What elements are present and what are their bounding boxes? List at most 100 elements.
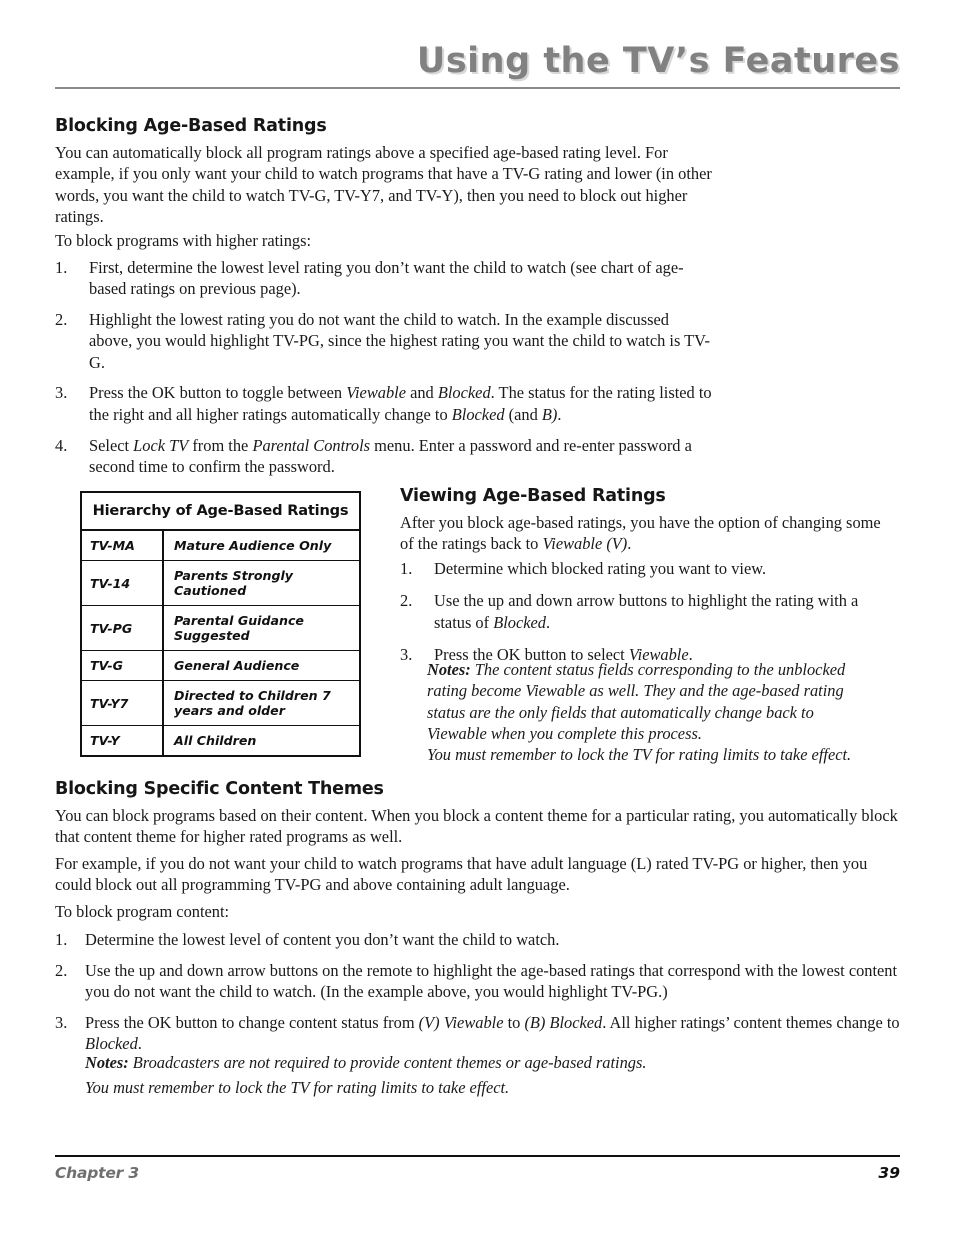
document-page: Using the TV’s Features Blocking Age-Bas…: [0, 0, 954, 1235]
list-item-number: 3.: [55, 1012, 68, 1032]
text-run: Select: [89, 435, 134, 455]
table-row: TV-Y All Children: [81, 725, 360, 756]
list-item: 2. Use the up and down arrow buttons to h…: [400, 590, 880, 633]
list-item-text: Determine the lowest level of content yo…: [85, 929, 900, 950]
heading-viewing-age-based-ratings: Viewing Age-Based Ratings: [400, 486, 666, 506]
list-item-text: Use the up and down arrow buttons to hig…: [434, 590, 880, 633]
emphasised-term: Parental Controls: [252, 435, 371, 455]
cell-rating-description: Mature Audience Only: [174, 538, 332, 553]
list-item-text: Press the OK button to toggle between Vi…: [89, 382, 715, 425]
table-row: TV-14 Parents Strongly Cautioned: [81, 560, 360, 606]
cell-rating-code: TV-PG: [81, 605, 164, 651]
table-header-row: Hierarchy of Age-Based Ratings: [81, 492, 360, 531]
heading-blocking-specific-content-themes: Blocking Specific Content Themes: [55, 779, 384, 799]
emphasised-term: Blocked: [437, 383, 491, 403]
list-item-number: 4.: [55, 435, 68, 455]
list-item-text: Press the OK button to change content st…: [85, 1012, 900, 1055]
text-run: (and: [504, 404, 542, 424]
text-run: and: [405, 383, 438, 403]
text-run: .: [137, 1034, 142, 1054]
list-item-number: 1.: [55, 930, 68, 949]
table-header: Hierarchy of Age-Based Ratings: [81, 492, 360, 531]
list-item-text: Determine which blocked rating you want …: [434, 558, 880, 579]
paragraph-to-block-content-lead-in: To block program content:: [55, 902, 230, 921]
table-hierarchy-of-age-based-ratings: Hierarchy of Age-Based Ratings TV-MA Matu…: [80, 491, 361, 757]
list-item: 3. Press the OK button to change content …: [55, 1012, 900, 1055]
emphasised-term: Lock TV: [133, 435, 189, 455]
emphasised-term: Viewable (V): [542, 534, 628, 554]
text-run: After you block age-based ratings, you h…: [400, 513, 881, 554]
text-run: .: [545, 612, 551, 632]
list-item: 1. First, determine the lowest level rati…: [55, 257, 715, 300]
note-text-themes-1: Broadcasters are not required to provide…: [128, 1053, 647, 1072]
list-item: 3. Press the OK button to toggle between …: [55, 382, 715, 425]
emphasised-term: Blocked: [451, 404, 505, 424]
table-row: TV-MA Mature Audience Only: [81, 530, 360, 561]
cell-rating-description: Parents Strongly Cautioned: [163, 560, 360, 606]
paragraph-blocking-age-intro: You can automatically block all program …: [55, 143, 712, 226]
emphasised-term: (V) Viewable: [418, 1012, 504, 1032]
list-item-number: 2.: [400, 591, 413, 611]
paragraph-content-themes-1: You can block programs based on their co…: [55, 806, 898, 847]
paragraph-to-block-programs-lead-in: To block programs with higher ratings:: [55, 231, 312, 250]
note-content-themes-2: You must remember to lock the TV for rat…: [85, 1078, 510, 1097]
list-item-number: 3.: [55, 383, 68, 403]
note-viewing-age-1: Notes: The content status fields corresp…: [427, 659, 872, 744]
list-blocking-age-steps: 1. First, determine the lowest level rati…: [55, 257, 715, 487]
list-item: 1. Determine the lowest level of content …: [55, 929, 900, 950]
heading-blocking-age-based-ratings: Blocking Age-Based Ratings: [55, 116, 327, 136]
emphasised-term: B): [541, 404, 558, 424]
emphasised-term: Blocked: [493, 612, 546, 632]
list-item-number: 1.: [55, 258, 68, 277]
note-content-themes-1: Notes: Broadcasters are not required to …: [85, 1052, 885, 1073]
text-run: to: [503, 1012, 525, 1032]
list-item: 2. Highlight the lowest rating you do not…: [55, 309, 715, 373]
emphasised-term: (B) Blocked: [524, 1012, 603, 1032]
list-item-number: 1.: [400, 559, 413, 578]
list-item: 2. Use the up and down arrow buttons on t…: [55, 960, 900, 1003]
list-item-text: Highlight the lowest rating you do not w…: [89, 309, 715, 373]
cell-rating-description: All Children: [163, 725, 360, 756]
list-item: 1. Determine which blocked rating you wan…: [400, 558, 880, 579]
cell-rating-description: Parental Guidance Suggested: [163, 605, 360, 651]
text-run: Use the up and down arrow buttons on the…: [85, 960, 898, 1002]
text-run: .: [557, 404, 562, 424]
text-run: .: [627, 534, 632, 554]
note-viewing-age-2: You must remember to lock the TV for rat…: [427, 745, 852, 764]
footer-page-number: 39: [878, 1164, 900, 1182]
emphasised-term: Blocked: [85, 1034, 138, 1054]
table-body: TV-MA Mature Audience Only TV-14 Parents St…: [81, 530, 360, 756]
text-run: from the: [188, 435, 253, 455]
list-content-theme-steps: 1. Determine the lowest level of content …: [55, 929, 900, 1064]
cell-rating-code: TV-Y7: [81, 680, 164, 726]
list-item-number: 2.: [55, 960, 68, 980]
cell-rating-code: TV-Y: [81, 725, 164, 756]
note-label-viewing-1: Notes:: [427, 660, 471, 679]
text-run: Determine which blocked rating you want …: [434, 559, 767, 578]
list-item-text: First, determine the lowest level rating…: [89, 257, 715, 300]
list-item-text: Use the up and down arrow buttons on the…: [85, 960, 900, 1003]
cell-rating-code: TV-14: [81, 560, 164, 606]
text-run: Press the OK button to change content st…: [85, 1012, 419, 1032]
paragraph-content-themes-2: For example, if you do not want your chi…: [55, 854, 868, 895]
cell-rating-code: TV-G: [81, 650, 164, 681]
list-item-number: 2.: [55, 310, 68, 330]
footer-rule: [55, 1155, 900, 1157]
table-row: TV-G General Audience: [81, 650, 360, 681]
text-run: Press the OK button to toggle between: [89, 383, 347, 403]
cell-rating-code: TV-MA: [81, 530, 164, 561]
running-head-title: Using the TV’s Features: [416, 41, 900, 81]
cell-rating-description: Directed to Children 7 years and older: [163, 680, 360, 726]
list-item-number: 3.: [400, 644, 413, 664]
text-run: Determine the lowest level of content yo…: [85, 930, 560, 949]
emphasised-term: Viewable: [346, 383, 406, 403]
note-label-themes-1: Notes:: [85, 1053, 129, 1072]
text-run: Highlight the lowest rating you do not w…: [89, 310, 710, 372]
note-text-viewing-1: The content status fields corresponding …: [427, 660, 846, 743]
list-item-text: Select Lock TV from the Parental Control…: [89, 435, 715, 478]
text-run: . All higher ratings’ content themes cha…: [602, 1012, 900, 1032]
table-title-cell: Hierarchy of Age-Based Ratings: [81, 492, 360, 531]
table-row: TV-PG Parental Guidance Suggested: [81, 605, 360, 651]
text-run: First, determine the lowest level rating…: [89, 258, 684, 299]
cell-rating-description: General Audience: [163, 650, 360, 681]
